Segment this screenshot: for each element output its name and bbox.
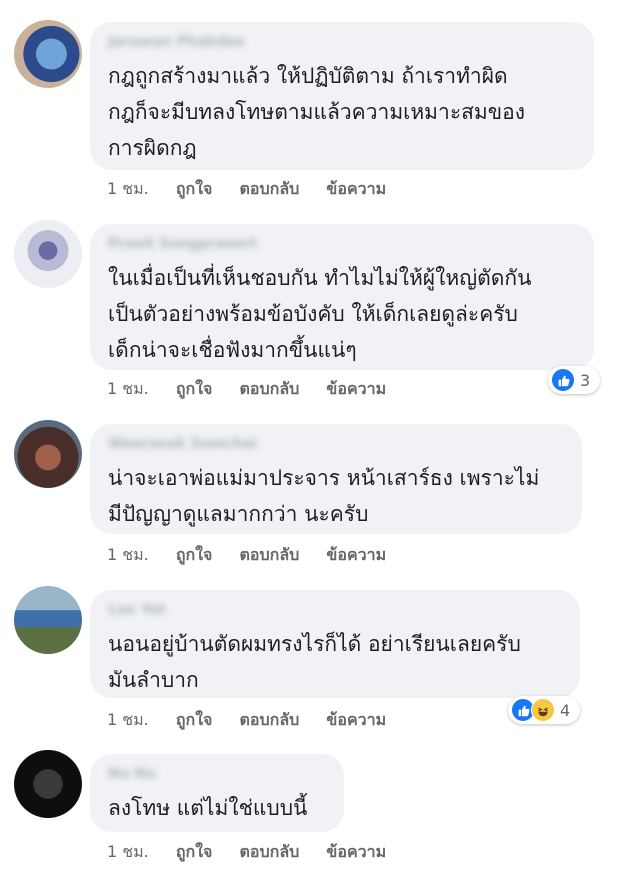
message-button[interactable]: ข้อความ: [326, 710, 386, 729]
avatar[interactable]: [14, 750, 82, 818]
commenter-name[interactable]: Jaruwan Phakdee: [108, 34, 576, 52]
commenter-name[interactable]: Weerasak Somchai: [108, 436, 564, 454]
avatar[interactable]: [14, 20, 82, 88]
commenter-name[interactable]: Lee Yot: [108, 602, 562, 620]
reply-button[interactable]: ตอบกลับ: [240, 179, 300, 198]
comment-timestamp[interactable]: 1 ชม.: [107, 545, 149, 564]
comment-text: ในเมื่อเป็นที่เห็นชอบกัน ทำไมไม่ให้ผู้ให…: [108, 266, 532, 362]
reaction-count: 4: [560, 700, 571, 720]
haha-reaction-icon: [531, 698, 555, 722]
reaction-count: 3: [580, 370, 591, 390]
like-button[interactable]: ถูกใจ: [176, 710, 213, 729]
comment-text: นอนอยู่บ้านตัดผมทรงไรก็ได้ อย่าเรียนเลยค…: [108, 632, 521, 692]
comment-timestamp[interactable]: 1 ชม.: [107, 379, 149, 398]
comment-text: กฎถูกสร้างมาแล้ว ให้ปฏิบัติตาม ถ้าเราทำผ…: [108, 64, 525, 160]
commenter-name[interactable]: Nu Nu: [108, 766, 326, 784]
commenter-name[interactable]: Prasit Songprasert: [108, 236, 576, 254]
avatar[interactable]: [14, 420, 82, 488]
reply-button[interactable]: ตอบกลับ: [240, 710, 300, 729]
comment-actions: 1 ชม. ถูกใจ ตอบกลับ ข้อความ: [107, 177, 408, 202]
comment-actions: 1 ชม. ถูกใจ ตอบกลับ ข้อความ: [107, 708, 408, 733]
reply-button[interactable]: ตอบกลับ: [240, 379, 300, 398]
message-button[interactable]: ข้อความ: [326, 842, 386, 861]
avatar[interactable]: [14, 220, 82, 288]
message-button[interactable]: ข้อความ: [326, 545, 386, 564]
comment-text: น่าจะเอาพ่อแม่มาประจาร หน้าเสาร์ธง เพราะ…: [108, 466, 540, 526]
comment-text: ลงโทษ แต่ไม่ใช่แบบนี้: [108, 796, 308, 820]
comment-timestamp[interactable]: 1 ชม.: [107, 710, 149, 729]
reaction-summary[interactable]: 4: [508, 696, 580, 724]
comment-bubble: Lee Yot นอนอยู่บ้านตัดผมทรงไรก็ได้ อย่าเ…: [90, 590, 580, 698]
comment-actions: 1 ชม. ถูกใจ ตอบกลับ ข้อความ: [107, 543, 408, 568]
reply-button[interactable]: ตอบกลับ: [240, 545, 300, 564]
comment-bubble: Nu Nu ลงโทษ แต่ไม่ใช่แบบนี้: [90, 754, 344, 832]
reply-button[interactable]: ตอบกลับ: [240, 842, 300, 861]
like-button[interactable]: ถูกใจ: [176, 379, 213, 398]
like-button[interactable]: ถูกใจ: [176, 179, 213, 198]
like-button[interactable]: ถูกใจ: [176, 842, 213, 861]
like-reaction-icon: [551, 368, 575, 392]
comment-timestamp[interactable]: 1 ชม.: [107, 842, 149, 861]
comment-bubble: Jaruwan Phakdee กฎถูกสร้างมาแล้ว ให้ปฏิบ…: [90, 22, 594, 170]
comment-bubble: Weerasak Somchai น่าจะเอาพ่อแม่มาประจาร …: [90, 424, 582, 534]
avatar[interactable]: [14, 586, 82, 654]
comment-bubble: Prasit Songprasert ในเมื่อเป็นที่เห็นชอบ…: [90, 224, 594, 370]
comment-actions: 1 ชม. ถูกใจ ตอบกลับ ข้อความ: [107, 840, 408, 865]
reaction-summary[interactable]: 3: [548, 366, 600, 394]
comment-actions: 1 ชม. ถูกใจ ตอบกลับ ข้อความ: [107, 377, 408, 402]
like-button[interactable]: ถูกใจ: [176, 545, 213, 564]
message-button[interactable]: ข้อความ: [326, 379, 386, 398]
message-button[interactable]: ข้อความ: [326, 179, 386, 198]
comment-timestamp[interactable]: 1 ชม.: [107, 179, 149, 198]
